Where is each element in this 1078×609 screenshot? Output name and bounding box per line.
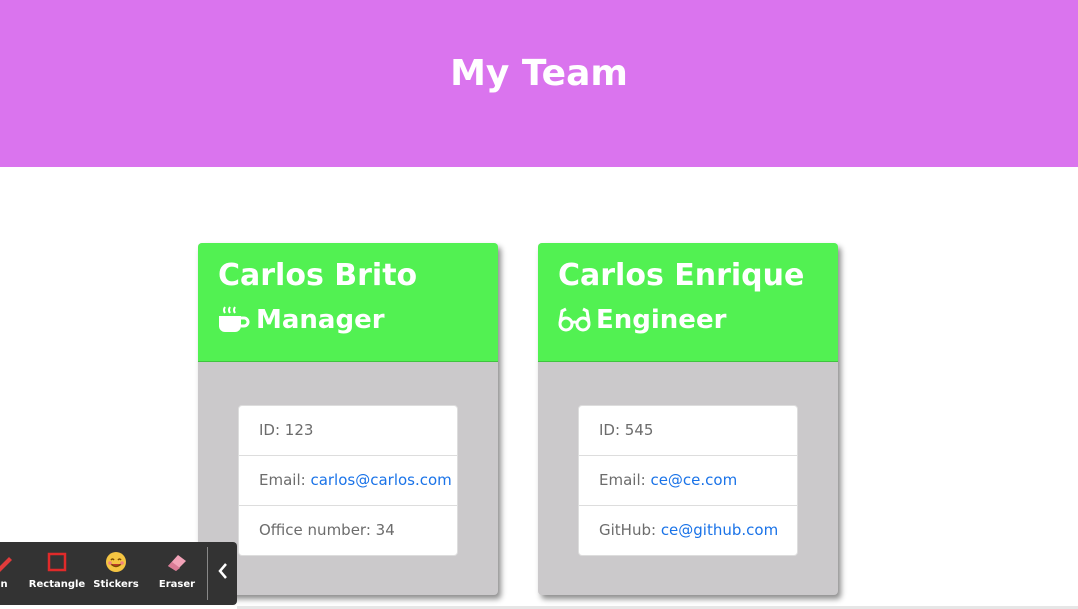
employee-role: Engineer: [558, 303, 838, 337]
employee-name: Carlos Brito: [218, 258, 418, 293]
rectangle-tool-label: Rectangle: [28, 579, 86, 590]
github-label: GitHub:: [599, 521, 661, 539]
page-title: My Team: [450, 53, 628, 94]
employee-role: Manager: [218, 303, 498, 337]
stickers-tool-label: Stickers: [93, 579, 139, 590]
collapse-toolbar-button[interactable]: [212, 560, 234, 586]
eraser-icon: [147, 550, 207, 574]
id-text: ID: 545: [599, 421, 654, 439]
email-link[interactable]: ce@ce.com: [650, 471, 737, 489]
employee-card-engineer: Carlos Enrique Engineer ID: 545 Email: c…: [538, 243, 838, 595]
info-list: ID: 545 Email: ce@ce.com GitHub: ce@gith…: [578, 405, 798, 556]
employee-card-manager: Carlos Brito Manager ID: 123 Email: carl…: [198, 243, 498, 595]
list-item-email: Email: carlos@carlos.com: [239, 456, 457, 506]
office-number-text: Office number: 34: [259, 521, 395, 539]
email-label: Email:: [259, 471, 311, 489]
toolbar-divider: [207, 547, 208, 600]
page-header: My Team: [0, 0, 1078, 167]
card-header: Carlos Brito Manager: [198, 243, 498, 362]
id-text: ID: 123: [259, 421, 314, 439]
role-label: Engineer: [596, 305, 727, 335]
rectangle-icon: [27, 550, 87, 574]
annotation-toolbar: n Rectangle Stickers Eraser: [0, 542, 237, 605]
sticker-smile-icon: [86, 550, 146, 574]
rectangle-tool-button[interactable]: Rectangle: [27, 550, 87, 590]
coffee-icon: [218, 305, 250, 335]
role-label: Manager: [256, 305, 385, 335]
email-label: Email:: [599, 471, 651, 489]
eraser-tool-label: Eraser: [158, 579, 196, 590]
employee-name: Carlos Enrique: [558, 258, 805, 293]
chevron-left-icon: [217, 562, 229, 584]
email-link[interactable]: carlos@carlos.com: [310, 471, 451, 489]
github-link[interactable]: ce@github.com: [661, 521, 778, 539]
card-header: Carlos Enrique Engineer: [538, 243, 838, 362]
glasses-icon: [558, 305, 591, 335]
list-item-email: Email: ce@ce.com: [579, 456, 797, 506]
list-item-id: ID: 123: [239, 406, 457, 456]
eraser-tool-button[interactable]: Eraser: [147, 550, 207, 590]
list-item-id: ID: 545: [579, 406, 797, 456]
list-item-github: GitHub: ce@github.com: [579, 506, 797, 555]
info-list: ID: 123 Email: carlos@carlos.com Office …: [238, 405, 458, 556]
list-item-office: Office number: 34: [239, 506, 457, 555]
stickers-tool-button[interactable]: Stickers: [86, 550, 146, 590]
